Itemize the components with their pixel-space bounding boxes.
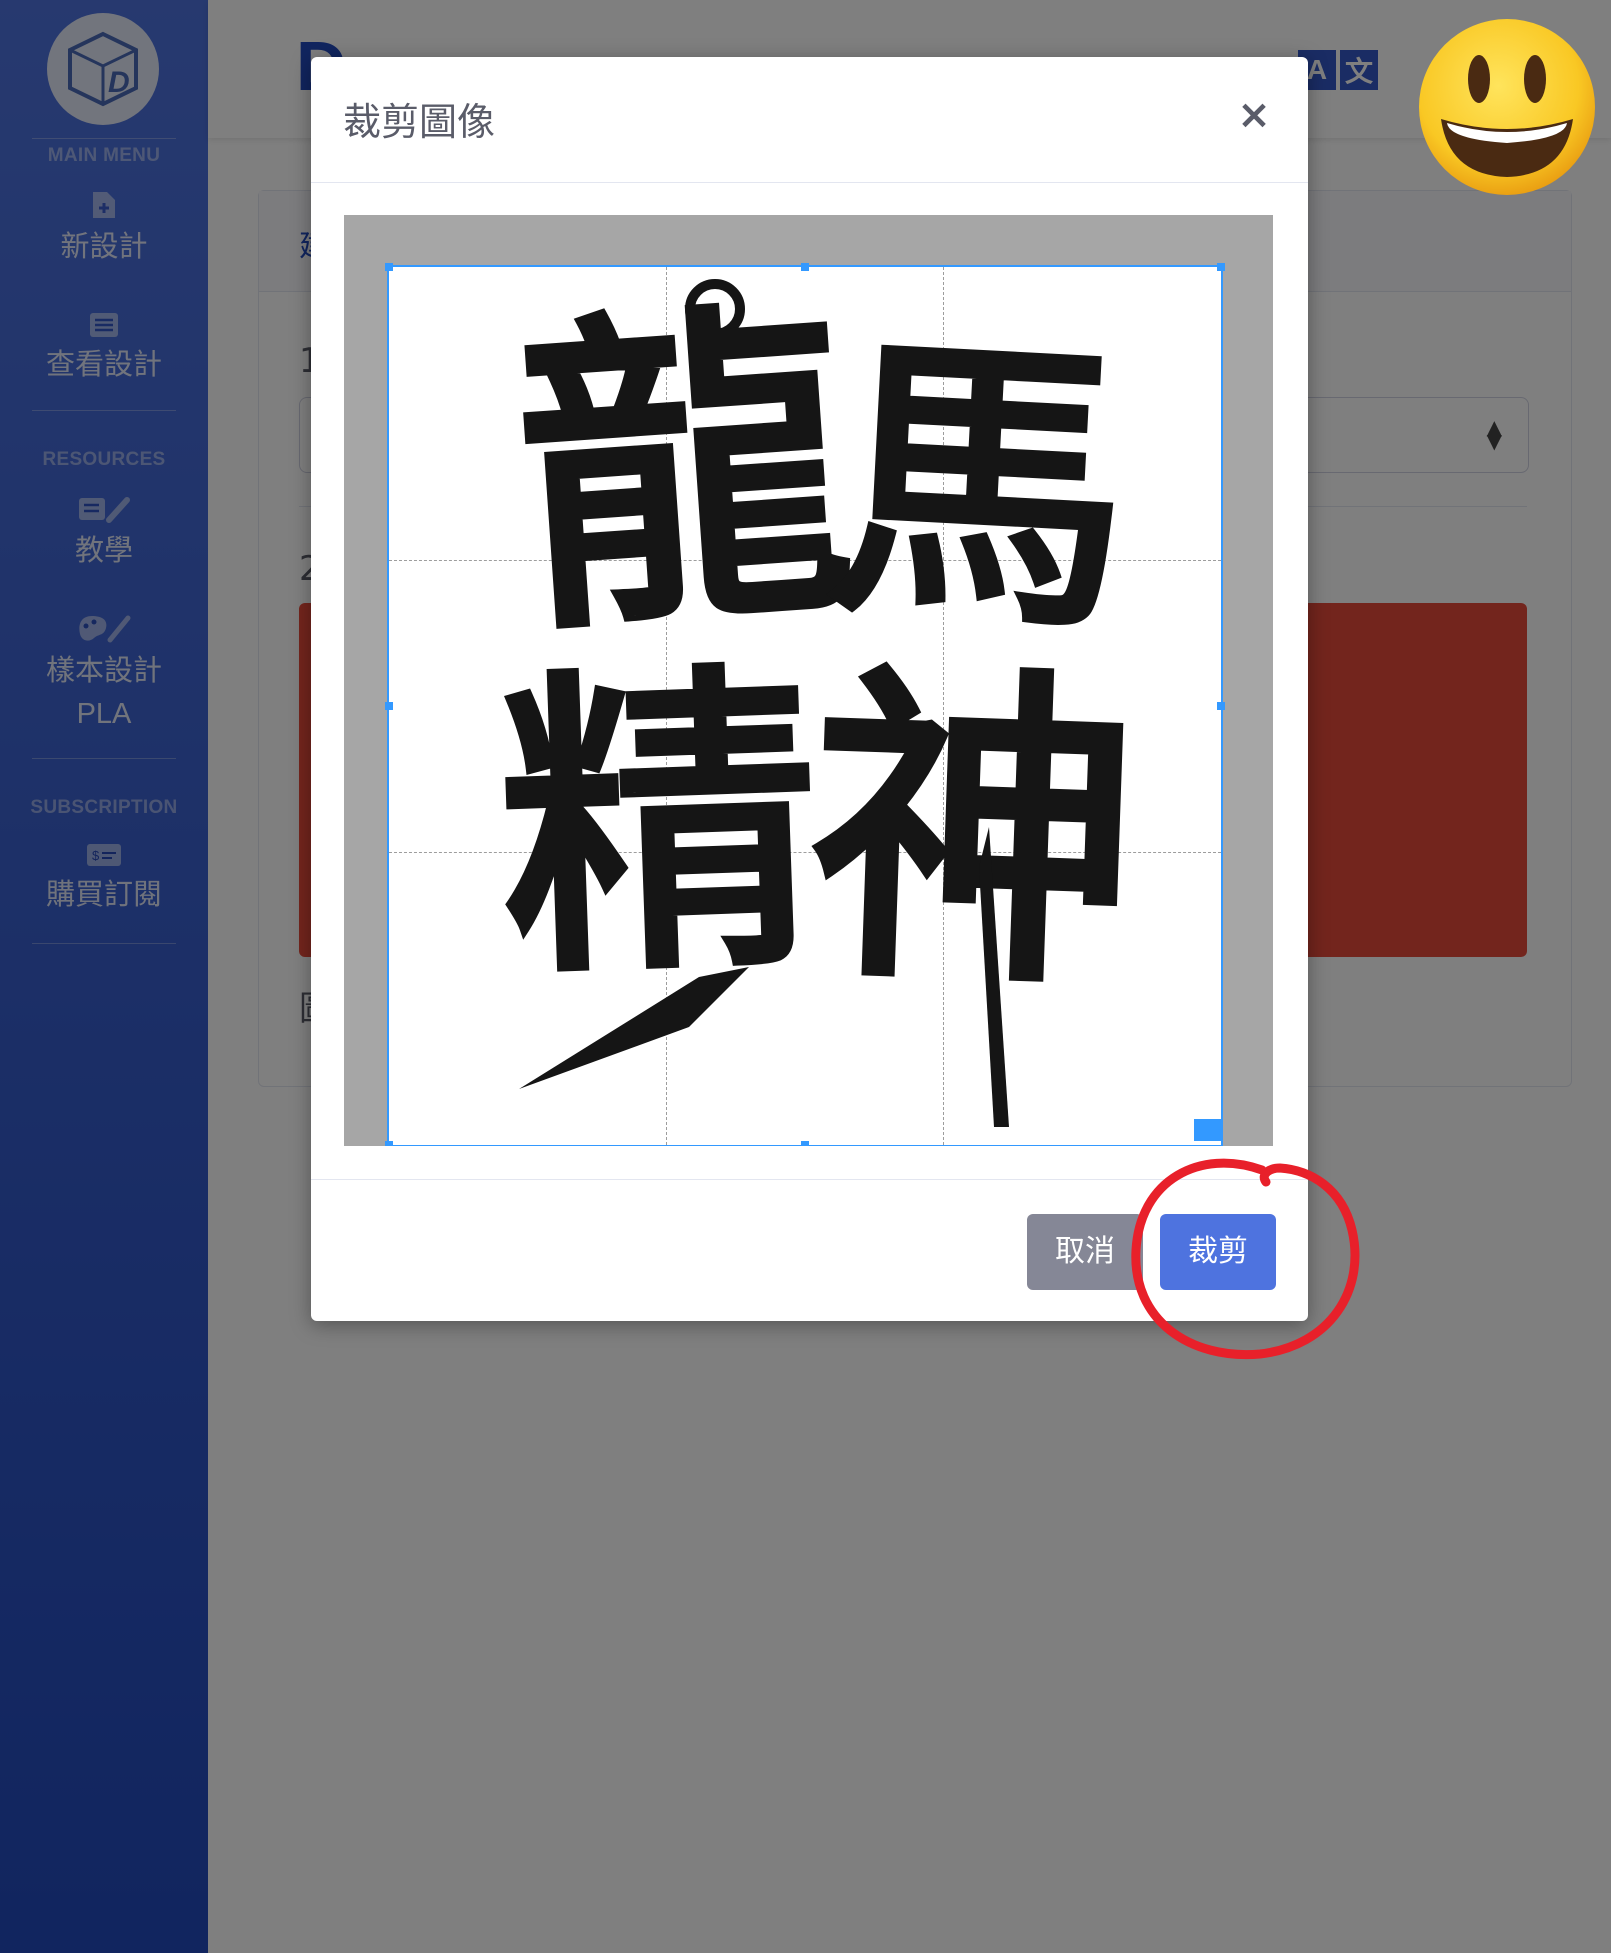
crop-handle-e[interactable]: [1217, 702, 1225, 710]
crop-box[interactable]: 龍 馬 精 神: [385, 263, 1225, 1146]
crop-handle-n[interactable]: [801, 263, 809, 271]
annotation-circle-icon: [1131, 1158, 1360, 1360]
close-icon[interactable]: ×: [1232, 93, 1276, 137]
modal-header: 裁剪圖像 ×: [311, 57, 1308, 183]
image-cropper[interactable]: 龍 馬 精 神: [344, 215, 1273, 1146]
crop-handle-sw[interactable]: [385, 1141, 393, 1146]
calligraphy-strokes: [519, 827, 1009, 1127]
crop-handle-se[interactable]: [1194, 1119, 1222, 1141]
crop-image-modal: 裁剪圖像 × 龍 馬 精 神 取消 裁剪: [311, 57, 1308, 1321]
crop-handle-w[interactable]: [385, 702, 393, 710]
calligraphy-image: 龍 馬 精 神: [389, 267, 1221, 1145]
modal-title: 裁剪圖像: [343, 100, 496, 144]
smiley-emoji-icon: [1419, 19, 1595, 195]
crop-handle-nw[interactable]: [385, 263, 393, 271]
crop-handle-ne[interactable]: [1217, 263, 1225, 271]
crop-handle-s[interactable]: [801, 1141, 809, 1146]
